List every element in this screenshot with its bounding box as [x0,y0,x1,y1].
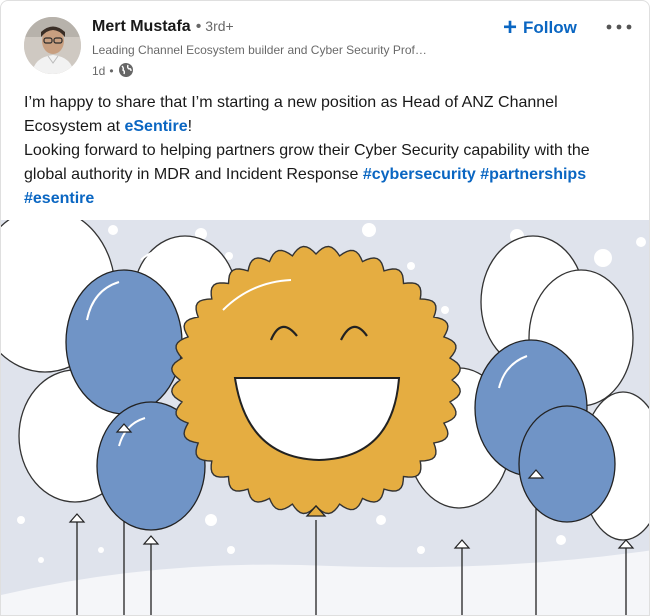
company-mention-link[interactable]: eSentire [124,118,187,135]
author-name-row: Mert Mustafa • 3rd+ [92,18,234,40]
author-name[interactable]: Mert Mustafa [92,18,191,36]
hashtag-cybersecurity[interactable]: #cybersecurity [363,166,476,183]
author-photo [24,17,81,74]
follow-button[interactable]: + Follow [503,14,577,42]
globe-icon [118,62,134,81]
celebration-illustration [1,220,649,615]
meta-separator: • [109,64,114,78]
more-options-button[interactable] [601,13,637,41]
smiley-sun-icon [171,245,461,517]
post-paragraph-2: Looking forward to helping partners grow… [24,139,634,211]
author-headline[interactable]: Leading Channel Ecosystem builder and Cy… [92,43,492,57]
more-options-icon [606,24,632,30]
post-text-1: I’m happy to share that I’m starting a n… [24,94,558,135]
post-meta: 1d • [92,62,134,80]
author-avatar[interactable] [24,17,81,74]
hashtag-partnerships[interactable]: #partnerships [480,166,586,183]
post-time[interactable]: 1d [92,64,105,78]
post-text-1-end: ! [187,118,193,135]
follow-label: Follow [523,18,577,37]
post-image[interactable] [1,220,649,615]
post-paragraph-1: I’m happy to share that I’m starting a n… [24,91,634,139]
plus-icon: + [503,14,518,41]
hashtag-esentire[interactable]: #esentire [24,190,94,207]
post-body: I’m happy to share that I’m starting a n… [24,91,634,211]
degree-separator: • [195,18,202,35]
feed-post-card: Mert Mustafa • 3rd+ Leading Channel Ecos… [0,0,650,616]
connection-degree: 3rd+ [205,18,234,34]
